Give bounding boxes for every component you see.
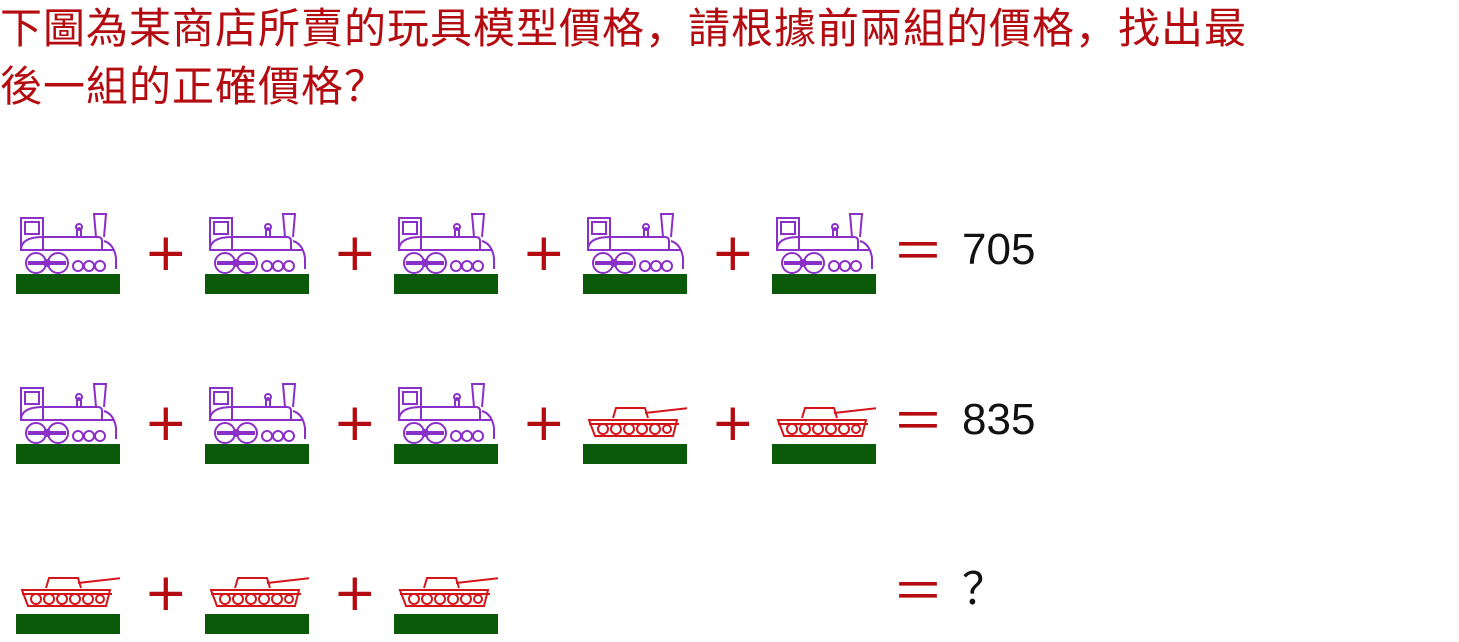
train-icon bbox=[583, 192, 687, 302]
train-icon bbox=[772, 192, 876, 302]
equation-row: + + bbox=[0, 362, 1459, 472]
train-icon bbox=[16, 192, 120, 302]
equals-sign: ＝ bbox=[892, 563, 945, 623]
plus-sign: + bbox=[522, 393, 566, 453]
train-icon bbox=[16, 362, 120, 472]
question-line-1: 下圖為某商店所賣的玩具模型價格，請根據前兩組的價格，找出最 bbox=[0, 4, 1248, 53]
question-line-2: 後一組的正確價格？ bbox=[0, 62, 388, 111]
equals-sign: ＝ bbox=[892, 223, 945, 283]
tank-icon bbox=[394, 532, 498, 642]
plus-sign: + bbox=[711, 223, 755, 283]
equation-result: ？ bbox=[962, 565, 1006, 614]
tank-icon bbox=[205, 532, 309, 642]
equation-row: + + bbox=[0, 192, 1459, 302]
train-icon bbox=[394, 192, 498, 302]
equation-row: + + ＝ ？ bbox=[0, 532, 1459, 642]
train-icon bbox=[205, 362, 309, 472]
equation-result: 835 bbox=[962, 395, 1036, 444]
plus-sign: + bbox=[144, 223, 188, 283]
train-icon bbox=[394, 362, 498, 472]
train-icon bbox=[205, 192, 309, 302]
tank-icon bbox=[583, 362, 687, 472]
plus-sign: + bbox=[333, 393, 377, 453]
equation-result: 705 bbox=[962, 225, 1036, 274]
plus-sign: + bbox=[522, 223, 566, 283]
plus-sign: + bbox=[333, 223, 377, 283]
question-text: 下圖為某商店所賣的玩具模型價格，請根據前兩組的價格，找出最 後一組的正確價格？ bbox=[0, 0, 1459, 116]
tank-icon bbox=[16, 532, 120, 642]
plus-sign: + bbox=[333, 563, 377, 623]
plus-sign: + bbox=[144, 563, 188, 623]
plus-sign: + bbox=[711, 393, 755, 453]
equals-sign: ＝ bbox=[892, 393, 945, 453]
plus-sign: + bbox=[144, 393, 188, 453]
tank-icon bbox=[772, 362, 876, 472]
